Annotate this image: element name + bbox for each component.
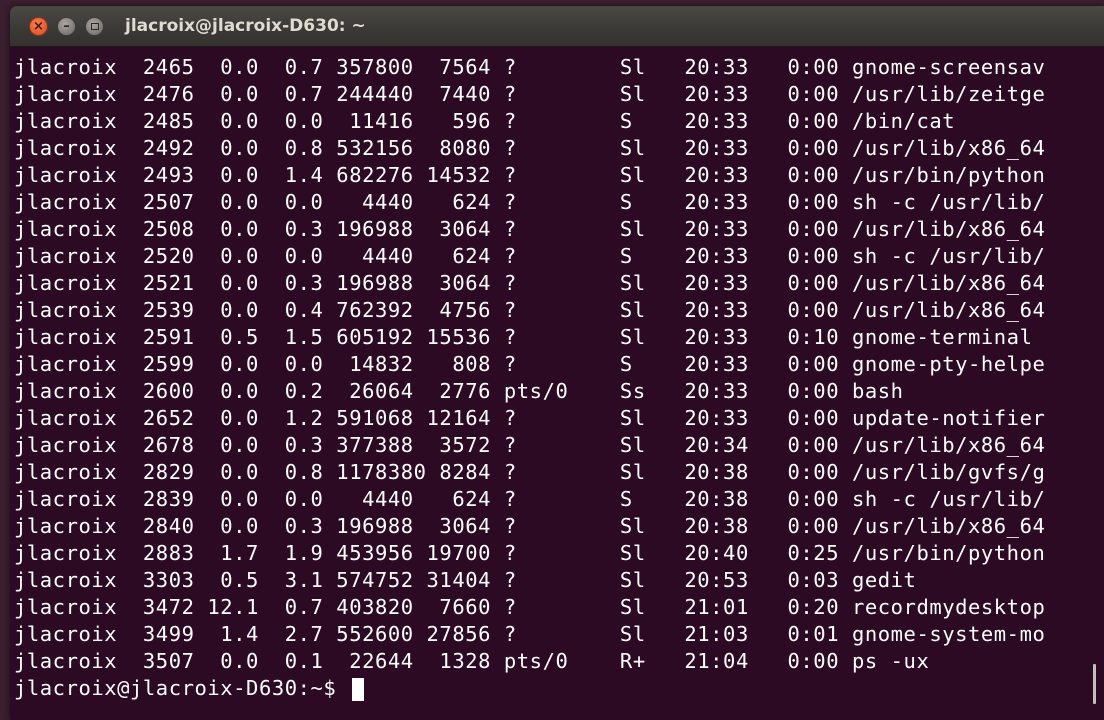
process-row: jlacroix 2493 0.0 1.4 682276 14532 ? Sl … — [14, 163, 1046, 187]
maximize-button[interactable] — [85, 17, 104, 36]
minimize-button[interactable]: – — [57, 17, 76, 36]
prompt-line[interactable]: jlacroix@jlacroix-D630:~$ — [14, 675, 1104, 702]
process-row: jlacroix 2599 0.0 0.0 14832 808 ? S 20:3… — [14, 352, 1046, 376]
text-cursor — [352, 677, 365, 701]
process-row: jlacroix 2678 0.0 0.3 377388 3572 ? Sl 2… — [14, 433, 1046, 457]
title-bar[interactable]: × – jlacroix@jlacroix-D630: ~ — [10, 6, 1104, 47]
process-row: jlacroix 2465 0.0 0.7 357800 7564 ? Sl 2… — [14, 55, 1046, 79]
process-row: jlacroix 2839 0.0 0.0 4440 624 ? S 20:38… — [14, 487, 1046, 511]
process-row: jlacroix 2507 0.0 0.0 4440 624 ? S 20:33… — [14, 190, 1046, 214]
process-row: jlacroix 3499 1.4 2.7 552600 27856 ? Sl … — [14, 622, 1046, 646]
process-row: jlacroix 2600 0.0 0.2 26064 2776 pts/0 S… — [14, 379, 904, 403]
process-row: jlacroix 2539 0.0 0.4 762392 4756 ? Sl 2… — [14, 298, 1046, 322]
terminal-content[interactable]: jlacroix 2465 0.0 0.7 357800 7564 ? Sl 2… — [14, 54, 1104, 720]
process-row: jlacroix 2652 0.0 1.2 591068 12164 ? Sl … — [14, 406, 1046, 430]
close-button[interactable]: × — [29, 17, 48, 36]
process-row: jlacroix 2508 0.0 0.3 196988 3064 ? Sl 2… — [14, 217, 1046, 241]
scrollbar-thumb[interactable] — [1093, 664, 1096, 704]
process-row: jlacroix 2476 0.0 0.7 244440 7440 ? Sl 2… — [14, 82, 1046, 106]
close-icon: × — [33, 19, 44, 34]
window-title: jlacroix@jlacroix-D630: ~ — [125, 16, 366, 36]
terminal-window: × – jlacroix@jlacroix-D630: ~ jlacroix 2… — [10, 6, 1104, 720]
process-list: jlacroix 2465 0.0 0.7 357800 7564 ? Sl 2… — [14, 54, 1104, 675]
process-row: jlacroix 2829 0.0 0.8 1178380 8284 ? Sl … — [14, 460, 1046, 484]
shell-prompt: jlacroix@jlacroix-D630:~$ — [14, 676, 350, 700]
process-row: jlacroix 2520 0.0 0.0 4440 624 ? S 20:33… — [14, 244, 1046, 268]
process-row: jlacroix 2485 0.0 0.0 11416 596 ? S 20:3… — [14, 109, 956, 133]
process-row: jlacroix 2591 0.5 1.5 605192 15536 ? Sl … — [14, 325, 1033, 349]
process-row: jlacroix 3472 12.1 0.7 403820 7660 ? Sl … — [14, 595, 1046, 619]
process-row: jlacroix 2492 0.0 0.8 532156 8080 ? Sl 2… — [14, 136, 1046, 160]
process-row: jlacroix 3507 0.0 0.1 22644 1328 pts/0 R… — [14, 649, 930, 673]
process-row: jlacroix 2883 1.7 1.9 453956 19700 ? Sl … — [14, 541, 1046, 565]
process-row: jlacroix 2840 0.0 0.3 196988 3064 ? Sl 2… — [14, 514, 1046, 538]
maximize-icon — [90, 23, 99, 30]
minimize-icon: – — [63, 19, 70, 34]
process-row: jlacroix 2521 0.0 0.3 196988 3064 ? Sl 2… — [14, 271, 1046, 295]
process-row: jlacroix 3303 0.5 3.1 574752 31404 ? Sl … — [14, 568, 917, 592]
